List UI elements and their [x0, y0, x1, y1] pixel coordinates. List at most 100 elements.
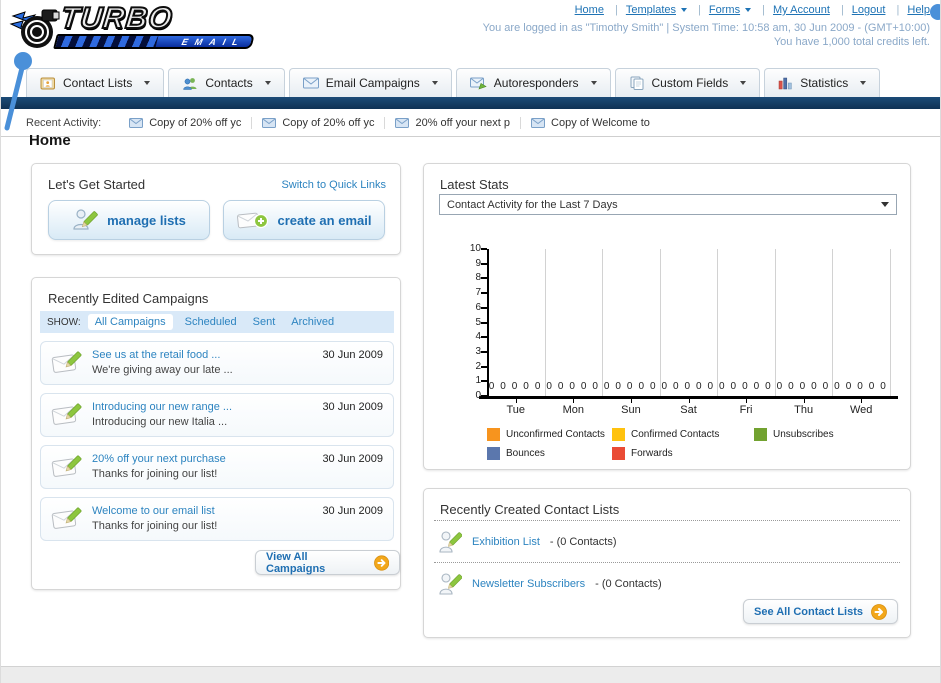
campaign-title-link[interactable]: Introducing our new range ... [92, 400, 232, 415]
chart-zero-label: 0 [742, 381, 748, 392]
logo-subtitle: EMAIL [180, 36, 247, 47]
campaign-row[interactable]: Welcome to our email list Thanks for join… [40, 497, 394, 541]
nav-item-templates[interactable]: Templates [607, 4, 687, 16]
nav-item-forms[interactable]: Forms [690, 4, 752, 16]
chart-ytick-label: 4 [475, 331, 481, 343]
caret-down-icon [590, 81, 597, 85]
chart-ytick-mark [481, 395, 487, 397]
contact-list-row[interactable]: Newsletter Subscribers - (0 Contacts) [438, 568, 662, 600]
campaign-date: 30 Jun 2009 [322, 453, 383, 465]
contact-list-name-link[interactable]: Exhibition List [472, 536, 540, 548]
nav-logout-link[interactable]: Logout [852, 4, 886, 16]
chart-ytick-mark [481, 365, 487, 368]
filter-scheduled[interactable]: Scheduled [185, 316, 237, 328]
campaign-title-link[interactable]: 20% off your next purchase [92, 452, 226, 467]
tab-contacts[interactable]: Contacts [168, 68, 285, 97]
filter-sent[interactable]: Sent [253, 316, 276, 328]
filter-archived[interactable]: Archived [291, 316, 334, 328]
nav-forms-link[interactable]: Forms [709, 4, 740, 16]
chart-ytick-label: 7 [475, 287, 481, 299]
chart-zero-label: 0 [672, 381, 679, 392]
legend-swatch-icon [612, 428, 625, 441]
nav-help-link[interactable]: Help [907, 4, 930, 16]
chart-gridline [659, 249, 661, 396]
person-pencil-icon [439, 573, 462, 595]
contact-list-name-link[interactable]: Newsletter Subscribers [472, 578, 585, 590]
nav-item-home[interactable]: Home [575, 4, 604, 16]
filter-all-campaigns[interactable]: All Campaigns [87, 314, 173, 330]
tab-statistics[interactable]: Statistics [764, 68, 881, 97]
chart-ytick-label: 2 [475, 360, 481, 372]
campaign-row[interactable]: 20% off your next purchase Thanks for joi… [40, 445, 394, 489]
envelope-pencil-icon [51, 507, 82, 529]
legend-label: Unsubscribes [773, 429, 834, 440]
view-all-campaigns-button[interactable]: View All Campaigns [255, 550, 400, 575]
chart-zero-label: 0 [857, 381, 863, 392]
tab-label: Statistics [800, 76, 849, 90]
main-tabbar: Contact Lists Contacts Email Campaigns A… [26, 68, 881, 97]
dotted-divider [434, 520, 900, 521]
chart-ytick-mark [481, 336, 487, 339]
tab-email-campaigns[interactable]: Email Campaigns [288, 68, 452, 97]
legend-label: Bounces [506, 448, 545, 459]
campaign-row[interactable]: Introducing our new range ... Introducing… [40, 393, 394, 437]
tab-label: Autoresponders [493, 76, 579, 90]
chart-ytick-mark [481, 306, 487, 309]
chart-ytick-mark [481, 380, 487, 383]
envelope-pencil-icon [51, 403, 82, 425]
tab-autoresponders[interactable]: Autoresponders [455, 68, 611, 97]
chart-zero-label: 0 [534, 381, 541, 392]
see-all-contact-lists-button[interactable]: See All Contact Lists [742, 599, 898, 624]
tab-custom-fields[interactable]: Custom Fields [614, 68, 761, 97]
chart-zero-label: 0 [684, 381, 691, 392]
campaign-title-link[interactable]: Welcome to our email list [92, 504, 217, 519]
activity-item[interactable]: Copy of 20% off yc [119, 117, 251, 129]
envelope-pencil-icon [51, 455, 82, 477]
chart-ytick-mark [481, 262, 487, 265]
switch-quick-links-link[interactable]: Switch to Quick Links [281, 179, 386, 191]
show-label: SHOW: [47, 316, 81, 328]
chart-zero-label: 0 [834, 381, 840, 392]
chart-yaxis [487, 249, 489, 396]
legend-item: Unsubscribes [754, 426, 904, 443]
create-email-button[interactable]: create an email [223, 200, 385, 240]
chart-zero-label: 0 [696, 381, 702, 392]
chart-zero-label: 0 [730, 381, 737, 392]
arrow-circle-icon [871, 603, 887, 620]
caret-down-icon [681, 8, 687, 12]
chart-ytick-mark [481, 350, 487, 353]
legend-item: Bounces [487, 445, 612, 462]
chart-ytick-label: 5 [475, 316, 481, 328]
tab-label: Custom Fields [651, 76, 729, 90]
nav-templates-link[interactable]: Templates [626, 4, 676, 16]
activity-item-label: Copy of Welcome to [551, 116, 650, 129]
campaign-subtitle: Thanks for joining our list! [92, 520, 218, 532]
campaign-date: 30 Jun 2009 [322, 401, 383, 413]
nav-home-link[interactable]: Home [575, 4, 604, 16]
logo-email-bar: EMAIL [53, 34, 255, 49]
nav-item-my-account[interactable]: My Account [754, 4, 830, 16]
activity-item[interactable]: Copy of Welcome to [520, 116, 660, 129]
chart-ytick-mark [481, 321, 487, 324]
nav-my-account-link[interactable]: My Account [773, 4, 830, 16]
nav-item-logout[interactable]: Logout [833, 4, 886, 16]
contact-list-row[interactable]: Exhibition List - (0 Contacts) [438, 526, 617, 558]
nav-item-help[interactable]: Help [889, 4, 930, 16]
caret-down-icon [144, 81, 151, 85]
tab-contact-lists[interactable]: Contact Lists [26, 68, 165, 97]
chart-zero-label: 0 [788, 381, 794, 392]
navy-bar [1, 97, 940, 109]
contacts-icon [183, 78, 197, 90]
chart-zero-label: 0 [845, 381, 852, 392]
campaign-title-link[interactable]: See us at the retail food ... [92, 348, 233, 363]
caret-down-icon [860, 81, 867, 85]
campaign-row[interactable]: See us at the retail food ... We're givin… [40, 341, 394, 385]
activity-item[interactable]: Copy of 20% off yc [251, 116, 384, 129]
activity-item[interactable]: 20% off your next p [384, 116, 520, 129]
chart-ytick-label: 10 [469, 243, 481, 254]
top-nav: Home Templates Forms My Account Logout H… [483, 4, 930, 16]
chart-ytick-label: 1 [475, 375, 481, 387]
manage-lists-button[interactable]: manage lists [48, 200, 210, 240]
legend-item: Confirmed Contacts [612, 426, 754, 443]
login-info: You are logged in as "Timothy Smith" | S… [482, 22, 930, 34]
